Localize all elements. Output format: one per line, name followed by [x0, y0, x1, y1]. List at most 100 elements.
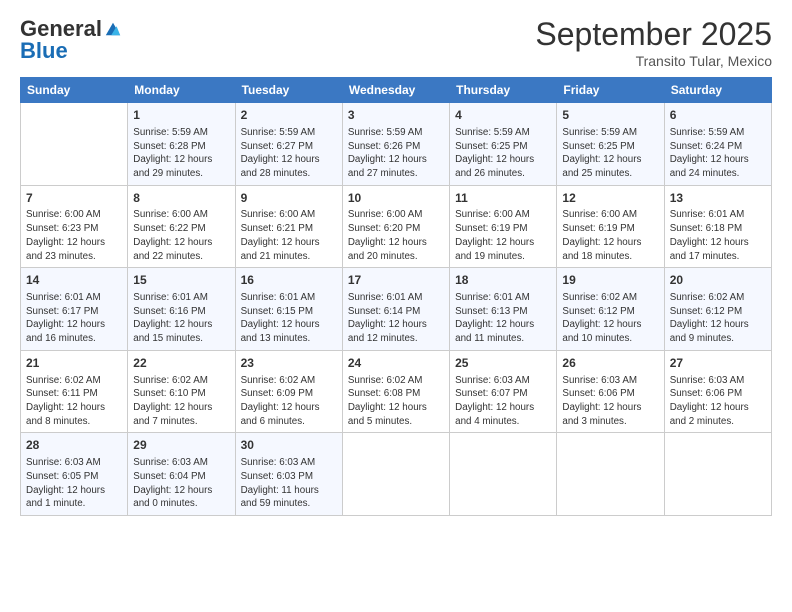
calendar-cell: 11Sunrise: 6:00 AM Sunset: 6:19 PM Dayli…	[450, 185, 557, 268]
day-info: Sunrise: 6:02 AM Sunset: 6:12 PM Dayligh…	[670, 291, 766, 346]
day-number: 23	[241, 355, 337, 372]
calendar-cell: 27 Sunrise: 6:03 AM Sunset: 6:06 PM Dayli…	[664, 350, 771, 433]
calendar-cell: 13Sunrise: 6:01 AM Sunset: 6:18 PM Dayli…	[664, 185, 771, 268]
day-info: Sunrise: 5:59 AM Sunset: 6:25 PM Dayligh…	[562, 126, 658, 181]
day-number: 26	[562, 355, 658, 372]
logo: General Blue	[20, 16, 122, 64]
day-number: 10	[348, 190, 444, 207]
calendar-cell: 21 Sunrise: 6:02 AM Sunset: 6:11 PM Dayli…	[21, 350, 128, 433]
calendar-cell: 5Sunrise: 5:59 AM Sunset: 6:25 PM Daylig…	[557, 103, 664, 186]
day-info: Sunrise: 5:59 AM Sunset: 6:25 PM Dayligh…	[455, 126, 551, 181]
day-number: 12	[562, 190, 658, 207]
calendar-cell: 23 Sunrise: 6:02 AM Sunset: 6:09 PM Dayli…	[235, 350, 342, 433]
title-area: September 2025 Transito Tular, Mexico	[535, 16, 772, 69]
calendar-cell: 6 Sunrise: 5:59 AM Sunset: 6:24 PM Daylig…	[664, 103, 771, 186]
day-info: Sunrise: 6:01 AM Sunset: 6:13 PM Dayligh…	[455, 291, 551, 346]
calendar-cell: 24 Sunrise: 6:02 AM Sunset: 6:08 PM Dayli…	[342, 350, 449, 433]
day-info: Sunrise: 6:02 AM Sunset: 6:09 PM Dayligh…	[241, 374, 337, 429]
day-number: 1	[133, 107, 229, 124]
calendar-week-5: 28 Sunrise: 6:03 AM Sunset: 6:05 PM Dayli…	[21, 433, 772, 516]
calendar-cell: 26Sunrise: 6:03 AM Sunset: 6:06 PM Dayli…	[557, 350, 664, 433]
calendar-cell: 14 Sunrise: 6:01 AM Sunset: 6:17 PM Dayli…	[21, 268, 128, 351]
calendar-cell	[21, 103, 128, 186]
calendar-cell: 29Sunrise: 6:03 AM Sunset: 6:04 PM Dayli…	[128, 433, 235, 516]
day-info: Sunrise: 6:00 AM Sunset: 6:22 PM Dayligh…	[133, 208, 229, 263]
day-number: 20	[670, 272, 766, 289]
day-number: 19	[562, 272, 658, 289]
day-number: 17	[348, 272, 444, 289]
day-info: Sunrise: 6:02 AM Sunset: 6:10 PM Dayligh…	[133, 374, 229, 429]
calendar-cell: 9Sunrise: 6:00 AM Sunset: 6:21 PM Daylig…	[235, 185, 342, 268]
calendar-cell: 10Sunrise: 6:00 AM Sunset: 6:20 PM Dayli…	[342, 185, 449, 268]
calendar-cell: 20 Sunrise: 6:02 AM Sunset: 6:12 PM Dayli…	[664, 268, 771, 351]
day-info: Sunrise: 6:02 AM Sunset: 6:08 PM Dayligh…	[348, 374, 444, 429]
calendar-cell: 22Sunrise: 6:02 AM Sunset: 6:10 PM Dayli…	[128, 350, 235, 433]
calendar-cell: 7Sunrise: 6:00 AM Sunset: 6:23 PM Daylig…	[21, 185, 128, 268]
day-number: 13	[670, 190, 766, 207]
day-number: 21	[26, 355, 122, 372]
day-info: Sunrise: 5:59 AM Sunset: 6:24 PM Dayligh…	[670, 126, 766, 181]
day-info: Sunrise: 6:03 AM Sunset: 6:03 PM Dayligh…	[241, 456, 337, 511]
calendar-week-3: 14 Sunrise: 6:01 AM Sunset: 6:17 PM Dayli…	[21, 268, 772, 351]
calendar-cell: 8Sunrise: 6:00 AM Sunset: 6:22 PM Daylig…	[128, 185, 235, 268]
day-info: Sunrise: 6:03 AM Sunset: 6:06 PM Dayligh…	[670, 374, 766, 429]
calendar-cell	[342, 433, 449, 516]
day-info: Sunrise: 6:01 AM Sunset: 6:16 PM Dayligh…	[133, 291, 229, 346]
calendar-cell: 25 Sunrise: 6:03 AM Sunset: 6:07 PM Dayli…	[450, 350, 557, 433]
day-number: 25	[455, 355, 551, 372]
day-number: 8	[133, 190, 229, 207]
day-number: 24	[348, 355, 444, 372]
calendar-cell: 15 Sunrise: 6:01 AM Sunset: 6:16 PM Dayli…	[128, 268, 235, 351]
calendar-cell	[664, 433, 771, 516]
calendar-cell: 18Sunrise: 6:01 AM Sunset: 6:13 PM Dayli…	[450, 268, 557, 351]
day-number: 2	[241, 107, 337, 124]
day-info: Sunrise: 6:02 AM Sunset: 6:11 PM Dayligh…	[26, 374, 122, 429]
day-info: Sunrise: 6:01 AM Sunset: 6:18 PM Dayligh…	[670, 208, 766, 263]
calendar-cell: 16Sunrise: 6:01 AM Sunset: 6:15 PM Dayli…	[235, 268, 342, 351]
day-info: Sunrise: 5:59 AM Sunset: 6:26 PM Dayligh…	[348, 126, 444, 181]
day-info: Sunrise: 6:01 AM Sunset: 6:15 PM Dayligh…	[241, 291, 337, 346]
day-info: Sunrise: 6:00 AM Sunset: 6:19 PM Dayligh…	[562, 208, 658, 263]
day-number: 9	[241, 190, 337, 207]
day-number: 15	[133, 272, 229, 289]
weekday-header-row: SundayMondayTuesdayWednesdayThursdayFrid…	[21, 78, 772, 103]
day-number: 29	[133, 437, 229, 454]
day-info: Sunrise: 6:01 AM Sunset: 6:17 PM Dayligh…	[26, 291, 122, 346]
day-number: 11	[455, 190, 551, 207]
calendar-cell: 19 Sunrise: 6:02 AM Sunset: 6:12 PM Dayli…	[557, 268, 664, 351]
weekday-header-saturday: Saturday	[664, 78, 771, 103]
calendar-table: SundayMondayTuesdayWednesdayThursdayFrid…	[20, 77, 772, 516]
calendar-week-1: 1 Sunrise: 5:59 AM Sunset: 6:28 PM Daylig…	[21, 103, 772, 186]
day-info: Sunrise: 5:59 AM Sunset: 6:27 PM Dayligh…	[241, 126, 337, 181]
logo-blue-text: Blue	[20, 38, 68, 64]
day-number: 6	[670, 107, 766, 124]
day-info: Sunrise: 6:03 AM Sunset: 6:07 PM Dayligh…	[455, 374, 551, 429]
day-info: Sunrise: 6:03 AM Sunset: 6:05 PM Dayligh…	[26, 456, 122, 511]
calendar-cell: 28 Sunrise: 6:03 AM Sunset: 6:05 PM Dayli…	[21, 433, 128, 516]
day-info: Sunrise: 6:00 AM Sunset: 6:20 PM Dayligh…	[348, 208, 444, 263]
weekday-header-monday: Monday	[128, 78, 235, 103]
calendar-cell	[557, 433, 664, 516]
day-number: 27	[670, 355, 766, 372]
day-number: 14	[26, 272, 122, 289]
calendar-cell: 4Sunrise: 5:59 AM Sunset: 6:25 PM Daylig…	[450, 103, 557, 186]
calendar-week-4: 21 Sunrise: 6:02 AM Sunset: 6:11 PM Dayli…	[21, 350, 772, 433]
day-number: 3	[348, 107, 444, 124]
calendar-week-2: 7Sunrise: 6:00 AM Sunset: 6:23 PM Daylig…	[21, 185, 772, 268]
day-info: Sunrise: 6:00 AM Sunset: 6:19 PM Dayligh…	[455, 208, 551, 263]
day-info: Sunrise: 6:00 AM Sunset: 6:21 PM Dayligh…	[241, 208, 337, 263]
calendar-cell	[450, 433, 557, 516]
logo-icon	[104, 20, 122, 38]
calendar-cell: 3 Sunrise: 5:59 AM Sunset: 6:26 PM Daylig…	[342, 103, 449, 186]
calendar-body: 1 Sunrise: 5:59 AM Sunset: 6:28 PM Daylig…	[21, 103, 772, 516]
weekday-header-wednesday: Wednesday	[342, 78, 449, 103]
day-info: Sunrise: 6:02 AM Sunset: 6:12 PM Dayligh…	[562, 291, 658, 346]
calendar-cell: 17Sunrise: 6:01 AM Sunset: 6:14 PM Dayli…	[342, 268, 449, 351]
day-number: 28	[26, 437, 122, 454]
day-info: Sunrise: 5:59 AM Sunset: 6:28 PM Dayligh…	[133, 126, 229, 181]
page-header: General Blue September 2025 Transito Tul…	[20, 16, 772, 69]
calendar-cell: 30Sunrise: 6:03 AM Sunset: 6:03 PM Dayli…	[235, 433, 342, 516]
day-number: 7	[26, 190, 122, 207]
month-title: September 2025	[535, 16, 772, 53]
calendar-cell: 1 Sunrise: 5:59 AM Sunset: 6:28 PM Daylig…	[128, 103, 235, 186]
